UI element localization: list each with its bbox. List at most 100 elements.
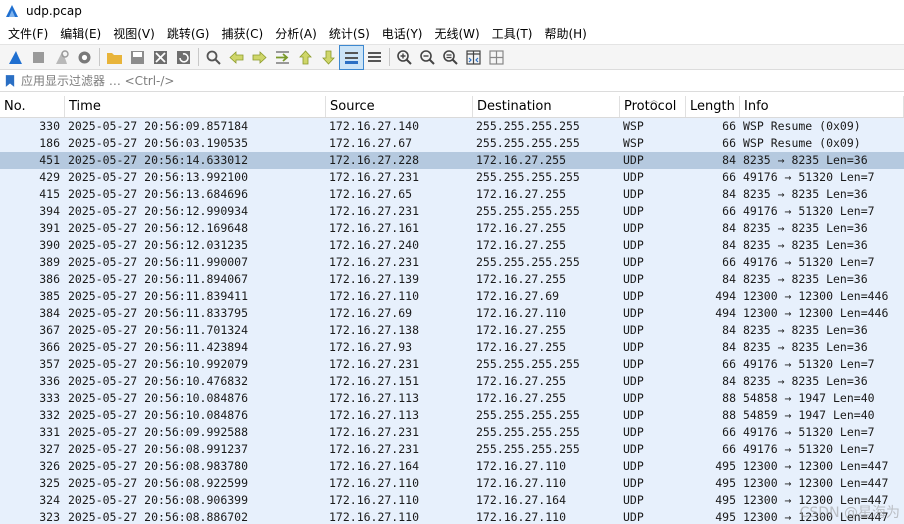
cell-time: 2025-05-27 20:56:13.684696 — [68, 187, 249, 201]
column-header-time[interactable]: Time — [65, 96, 326, 117]
cell-source: 172.16.27.240 — [329, 238, 420, 252]
go-forward-icon[interactable] — [248, 46, 271, 69]
capture-options-gear-icon[interactable] — [73, 46, 96, 69]
go-first-packet-icon[interactable] — [294, 46, 317, 69]
go-last-packet-icon[interactable] — [317, 46, 340, 69]
cell-no: 357 — [39, 357, 60, 371]
restart-fin-icon[interactable] — [50, 46, 73, 69]
zoom-in-icon[interactable] — [393, 46, 416, 69]
cell-source: 172.16.27.110 — [329, 476, 420, 490]
cell-info: 8235 → 8235 Len=36 — [743, 187, 868, 201]
stop-square-icon[interactable] — [27, 46, 50, 69]
layout-grid-icon[interactable] — [485, 46, 508, 69]
wireshark-fin-icon — [6, 5, 18, 17]
packet-row[interactable]: 390 2025-05-27 20:56:12.031235 172.16.27.2… — [0, 237, 904, 254]
column-header-protocol[interactable]: ︿ Protocol — [620, 96, 686, 117]
menu-item[interactable]: 无线(W) — [431, 25, 484, 42]
column-header-destination[interactable]: Destination — [473, 96, 620, 117]
packet-row[interactable]: 451 2025-05-27 20:56:14.633012 172.16.27.2… — [0, 152, 904, 169]
packet-row[interactable]: 326 2025-05-27 20:56:08.983780 172.16.27.1… — [0, 458, 904, 475]
packet-row[interactable]: 333 2025-05-27 20:56:10.084876 172.16.27.1… — [0, 390, 904, 407]
menu-bar: 文件(F) 编辑(E) 视图(V) 跳转(G) 捕获(C) 分析(A) 统计(S) 电话(Y)… — [0, 22, 904, 44]
cell-protocol: UDP — [623, 272, 644, 286]
zoom-normal-icon[interactable] — [439, 46, 462, 69]
cell-protocol: UDP — [623, 238, 644, 252]
resize-columns-icon[interactable] — [462, 46, 485, 69]
cell-source: 172.16.27.231 — [329, 357, 420, 371]
packet-row[interactable]: 336 2025-05-27 20:56:10.476832 172.16.27.1… — [0, 373, 904, 390]
menu-item[interactable]: 捕获(C) — [217, 25, 267, 42]
packet-row[interactable]: 186 2025-05-27 20:56:03.190535 172.16.27.6… — [0, 135, 904, 152]
cell-info: 12300 → 12300 Len=447 — [743, 476, 889, 490]
cell-info: 49176 → 51320 Len=7 — [743, 425, 875, 439]
menu-item[interactable]: 工具(T) — [488, 25, 537, 42]
packet-row[interactable]: 325 2025-05-27 20:56:08.922599 172.16.27.1… — [0, 475, 904, 492]
colorize-icon[interactable] — [363, 46, 386, 69]
shark-fin-start-icon[interactable] — [4, 46, 27, 69]
menu-item[interactable]: 视图(V) — [109, 25, 159, 42]
cell-destination: 172.16.27.255 — [476, 153, 567, 167]
packet-row[interactable]: 323 2025-05-27 20:56:08.886702 172.16.27.1… — [0, 509, 904, 524]
cell-destination: 172.16.27.164 — [476, 493, 567, 507]
packet-row[interactable]: 389 2025-05-27 20:56:11.990007 172.16.27.2… — [0, 254, 904, 271]
cell-source: 172.16.27.231 — [329, 425, 420, 439]
cell-time: 2025-05-27 20:56:11.833795 — [68, 306, 249, 320]
packet-row[interactable]: 384 2025-05-27 20:56:11.833795 172.16.27.6… — [0, 305, 904, 322]
cell-source: 172.16.27.110 — [329, 510, 420, 524]
menu-item[interactable]: 跳转(G) — [163, 25, 214, 42]
packet-row[interactable]: 367 2025-05-27 20:56:11.701324 172.16.27.1… — [0, 322, 904, 339]
column-header-source[interactable]: Source — [326, 96, 473, 117]
cell-protocol: UDP — [623, 510, 644, 524]
display-filter-input[interactable] — [17, 70, 904, 91]
column-header-length[interactable]: Length — [686, 96, 740, 117]
cell-source: 172.16.27.69 — [329, 306, 413, 320]
packet-row[interactable]: 327 2025-05-27 20:56:08.991237 172.16.27.2… — [0, 441, 904, 458]
column-header-info[interactable]: Info — [740, 96, 904, 117]
cell-source: 172.16.27.231 — [329, 255, 420, 269]
packet-row[interactable]: 394 2025-05-27 20:56:12.990934 172.16.27.2… — [0, 203, 904, 220]
cell-destination: 172.16.27.110 — [476, 476, 567, 490]
cell-length: 84 — [722, 187, 736, 201]
menu-item[interactable]: 文件(F) — [4, 25, 52, 42]
save-file-icon[interactable] — [126, 46, 149, 69]
cell-source: 172.16.27.138 — [329, 323, 420, 337]
cell-info: 49176 → 51320 Len=7 — [743, 442, 875, 456]
cell-info: WSP Resume (0x09) — [743, 119, 861, 133]
go-to-packet-icon[interactable] — [271, 46, 294, 69]
bookmark-icon[interactable] — [3, 73, 17, 89]
packet-row[interactable]: 415 2025-05-27 20:56:13.684696 172.16.27.6… — [0, 186, 904, 203]
cell-no: 385 — [39, 289, 60, 303]
zoom-out-icon[interactable] — [416, 46, 439, 69]
cell-length: 84 — [722, 374, 736, 388]
cell-source: 172.16.27.113 — [329, 408, 420, 422]
packet-row[interactable]: 357 2025-05-27 20:56:10.992079 172.16.27.2… — [0, 356, 904, 373]
menu-item[interactable]: 电话(Y) — [378, 25, 427, 42]
packet-row[interactable]: 332 2025-05-27 20:56:10.084876 172.16.27.1… — [0, 407, 904, 424]
go-back-icon[interactable] — [225, 46, 248, 69]
cell-protocol: WSP — [623, 119, 644, 133]
packet-row[interactable]: 391 2025-05-27 20:56:12.169648 172.16.27.1… — [0, 220, 904, 237]
packet-row[interactable]: 429 2025-05-27 20:56:13.992100 172.16.27.2… — [0, 169, 904, 186]
packet-row[interactable]: 386 2025-05-27 20:56:11.894067 172.16.27.1… — [0, 271, 904, 288]
cell-length: 84 — [722, 272, 736, 286]
cell-time: 2025-05-27 20:56:12.169648 — [68, 221, 249, 235]
column-header-no[interactable]: No. — [0, 96, 65, 117]
menu-item[interactable]: 编辑(E) — [56, 25, 105, 42]
packet-row[interactable]: 324 2025-05-27 20:56:08.906399 172.16.27.1… — [0, 492, 904, 509]
auto-scroll-icon[interactable] — [339, 44, 364, 70]
cell-source: 172.16.27.65 — [329, 187, 413, 201]
packet-row[interactable]: 331 2025-05-27 20:56:09.992588 172.16.27.2… — [0, 424, 904, 441]
find-packet-icon[interactable] — [202, 46, 225, 69]
menu-item[interactable]: 帮助(H) — [540, 25, 590, 42]
reload-icon[interactable] — [172, 46, 195, 69]
cell-length: 495 — [715, 476, 736, 490]
open-folder-icon[interactable] — [103, 46, 126, 69]
menu-item[interactable]: 统计(S) — [325, 25, 374, 42]
close-file-icon[interactable] — [149, 46, 172, 69]
packet-row[interactable]: 366 2025-05-27 20:56:11.423894 172.16.27.9… — [0, 339, 904, 356]
packet-row[interactable]: 330 2025-05-27 20:56:09.857184 172.16.27.1… — [0, 118, 904, 135]
cell-info: 8235 → 8235 Len=36 — [743, 340, 868, 354]
packet-row[interactable]: 385 2025-05-27 20:56:11.839411 172.16.27.1… — [0, 288, 904, 305]
menu-item[interactable]: 分析(A) — [271, 25, 321, 42]
cell-destination: 255.255.255.255 — [476, 136, 580, 150]
